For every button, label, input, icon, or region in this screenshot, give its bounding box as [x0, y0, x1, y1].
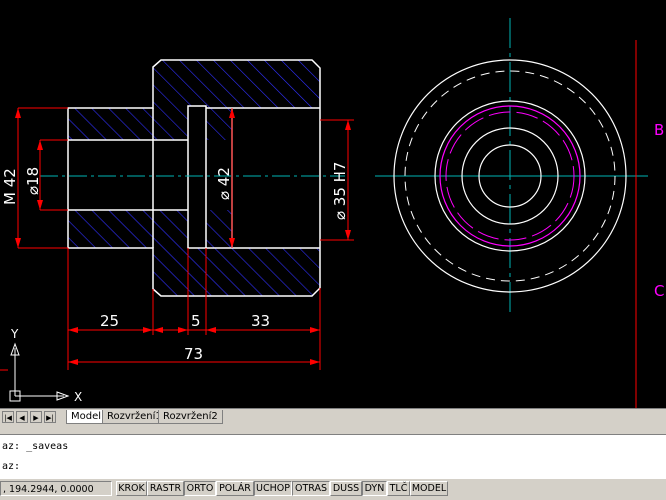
coordinate-readout: , 194.2944, 0.0000 [0, 481, 112, 496]
dim-length-5: 5 [191, 312, 201, 330]
toggle-polar[interactable]: POLÁR [216, 481, 254, 496]
prev-tab-icon[interactable]: ◀ [16, 411, 28, 423]
command-prompt[interactable]: az: [2, 460, 20, 474]
dim-bore-d18: ⌀18 [24, 167, 42, 195]
status-bar: , 194.2944, 0.0000 KROK RASTR ORTO POLÁR… [0, 479, 666, 500]
cad-drawing: M 42 ⌀18 ⌀ 42 ⌀ 35 H7 25 5 33 73 B C Y X [0, 18, 664, 408]
edge-label-b: B [654, 121, 664, 139]
toggle-uchop[interactable]: UCHOP [254, 481, 292, 496]
next-tab-icon[interactable]: ▶ [30, 411, 42, 423]
ucs-icon [9, 342, 70, 402]
layout-tab-bar: |◀ ◀ ▶ ▶| Model Rozvržení1 Rozvržení2 [0, 408, 666, 425]
ucs-y-label: Y [10, 327, 19, 341]
toggle-dyn[interactable]: DYN [362, 481, 387, 496]
command-history-line: az: _saveas [2, 441, 69, 452]
toggle-otras[interactable]: OTRAS [292, 481, 330, 496]
first-tab-icon[interactable]: |◀ [2, 411, 14, 423]
dim-length-73: 73 [184, 345, 203, 363]
tab-rozvrzeni2[interactable]: Rozvržení2 [158, 410, 223, 424]
toggle-duss[interactable]: DUSS [330, 481, 362, 496]
dim-length-33: 33 [251, 312, 270, 330]
dim-groove-d42: ⌀ 42 [215, 167, 233, 200]
dim-thread-m42: M 42 [1, 168, 19, 205]
dim-bore-d35-h7: ⌀ 35 H7 [331, 162, 349, 220]
dim-length-25: 25 [100, 312, 119, 330]
section-hatching [68, 60, 320, 296]
edge-label-c: C [654, 282, 664, 300]
toggle-orto[interactable]: ORTO [184, 481, 216, 496]
command-window[interactable]: az: _saveas az: [0, 434, 666, 480]
splitter[interactable] [0, 424, 666, 434]
toggle-tlc[interactable]: TLČ [387, 481, 410, 496]
last-tab-icon[interactable]: ▶| [44, 411, 56, 423]
tab-model[interactable]: Model [66, 410, 107, 424]
drawing-canvas[interactable]: M 42 ⌀18 ⌀ 42 ⌀ 35 H7 25 5 33 73 B C Y X [0, 0, 666, 408]
toggle-rastr[interactable]: RASTR [147, 481, 184, 496]
toggle-model[interactable]: MODEL [410, 481, 448, 496]
toggle-krok[interactable]: KROK [116, 481, 147, 496]
ucs-x-label: X [74, 390, 82, 404]
